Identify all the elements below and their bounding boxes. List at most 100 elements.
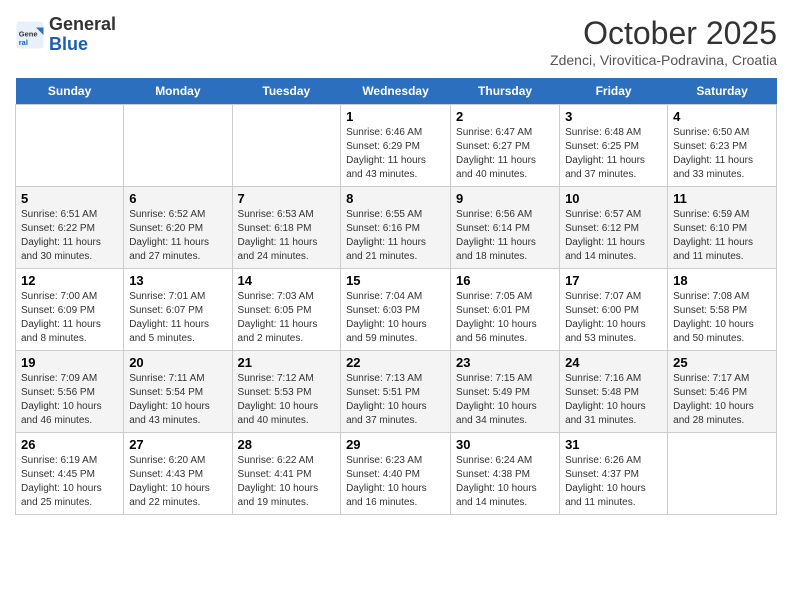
day-number: 25 xyxy=(673,355,771,370)
day-info: Sunrise: 7:15 AM Sunset: 5:49 PM Dayligh… xyxy=(456,372,554,428)
calendar-cell: 6Sunrise: 6:52 AM Sunset: 6:20 PM Daylig… xyxy=(124,187,232,269)
calendar-cell: 26 Sunrise: 6:19 AM Sunset: 4:45 PM Dayli… xyxy=(16,433,124,515)
calendar-cell: 11 Sunrise: 6:59 AM Sunset: 6:10 PM Dayli… xyxy=(668,187,777,269)
calendar-cell: 14 Sunrise: 7:03 AM Sunset: 6:05 PM Dayli… xyxy=(232,269,341,351)
day-number: 28 xyxy=(238,437,336,452)
day-header-wednesday: Wednesday xyxy=(341,78,451,105)
day-number: 18 xyxy=(673,273,771,288)
title-block: October 2025 Zdenci, Virovitica-Podravin… xyxy=(550,15,777,68)
day-info: Sunrise: 7:04 AM Sunset: 6:03 PM Dayligh… xyxy=(346,290,445,346)
day-info: Sunrise: 7:03 AM Sunset: 6:05 PM Dayligh… xyxy=(238,290,336,346)
day-info: Sunrise: 6:57 AM Sunset: 6:12 PM Dayligh… xyxy=(565,208,662,264)
day-info: Sunrise: 6:19 AM Sunset: 4:45 PM Dayligh… xyxy=(21,454,118,510)
week-row-1: 1 Sunrise: 6:46 AM Sunset: 6:29 PM Daylig… xyxy=(16,105,777,187)
calendar-cell: 1 Sunrise: 6:46 AM Sunset: 6:29 PM Daylig… xyxy=(341,105,451,187)
day-info: Sunrise: 6:24 AM Sunset: 4:38 PM Dayligh… xyxy=(456,454,554,510)
calendar-cell: 30Sunrise: 6:24 AM Sunset: 4:38 PM Dayli… xyxy=(451,433,560,515)
week-row-4: 19Sunrise: 7:09 AM Sunset: 5:56 PM Dayli… xyxy=(16,351,777,433)
day-header-sunday: Sunday xyxy=(16,78,124,105)
day-number: 2 xyxy=(456,109,554,124)
day-number: 11 xyxy=(673,191,771,206)
page-header: Gene ral General Blue October 2025 Zdenc… xyxy=(15,15,777,68)
day-number: 21 xyxy=(238,355,336,370)
calendar-cell: 31Sunrise: 6:26 AM Sunset: 4:37 PM Dayli… xyxy=(560,433,668,515)
day-number: 6 xyxy=(129,191,226,206)
calendar-cell: 2 Sunrise: 6:47 AM Sunset: 6:27 PM Daylig… xyxy=(451,105,560,187)
calendar-cell: 20 Sunrise: 7:11 AM Sunset: 5:54 PM Dayli… xyxy=(124,351,232,433)
day-info: Sunrise: 7:17 AM Sunset: 5:46 PM Dayligh… xyxy=(673,372,771,428)
calendar-cell: 8 Sunrise: 6:55 AM Sunset: 6:16 PM Daylig… xyxy=(341,187,451,269)
logo-icon: Gene ral xyxy=(15,20,45,50)
day-info: Sunrise: 6:55 AM Sunset: 6:16 PM Dayligh… xyxy=(346,208,445,264)
day-number: 14 xyxy=(238,273,336,288)
logo-blue: Blue xyxy=(49,34,88,54)
logo-general: General xyxy=(49,14,116,34)
day-number: 5 xyxy=(21,191,118,206)
day-number: 13 xyxy=(129,273,226,288)
day-header-saturday: Saturday xyxy=(668,78,777,105)
calendar-cell: 23 Sunrise: 7:15 AM Sunset: 5:49 PM Dayli… xyxy=(451,351,560,433)
calendar-cell xyxy=(232,105,341,187)
day-number: 3 xyxy=(565,109,662,124)
day-info: Sunrise: 7:12 AM Sunset: 5:53 PM Dayligh… xyxy=(238,372,336,428)
day-info: Sunrise: 6:59 AM Sunset: 6:10 PM Dayligh… xyxy=(673,208,771,264)
calendar-cell: 27Sunrise: 6:20 AM Sunset: 4:43 PM Dayli… xyxy=(124,433,232,515)
calendar-cell: 9 Sunrise: 6:56 AM Sunset: 6:14 PM Daylig… xyxy=(451,187,560,269)
week-row-3: 12Sunrise: 7:00 AM Sunset: 6:09 PM Dayli… xyxy=(16,269,777,351)
week-row-5: 26 Sunrise: 6:19 AM Sunset: 4:45 PM Dayli… xyxy=(16,433,777,515)
calendar-cell: 22Sunrise: 7:13 AM Sunset: 5:51 PM Dayli… xyxy=(341,351,451,433)
calendar-cell: 25 Sunrise: 7:17 AM Sunset: 5:46 PM Dayli… xyxy=(668,351,777,433)
calendar-cell xyxy=(16,105,124,187)
day-number: 9 xyxy=(456,191,554,206)
calendar-cell: 5Sunrise: 6:51 AM Sunset: 6:22 PM Daylig… xyxy=(16,187,124,269)
header-row: SundayMondayTuesdayWednesdayThursdayFrid… xyxy=(16,78,777,105)
calendar-cell: 10 Sunrise: 6:57 AM Sunset: 6:12 PM Dayli… xyxy=(560,187,668,269)
day-number: 4 xyxy=(673,109,771,124)
day-info: Sunrise: 7:05 AM Sunset: 6:01 PM Dayligh… xyxy=(456,290,554,346)
day-header-friday: Friday xyxy=(560,78,668,105)
logo: Gene ral General Blue xyxy=(15,15,116,55)
calendar-cell xyxy=(668,433,777,515)
day-info: Sunrise: 7:00 AM Sunset: 6:09 PM Dayligh… xyxy=(21,290,118,346)
calendar-cell: 18Sunrise: 7:08 AM Sunset: 5:58 PM Dayli… xyxy=(668,269,777,351)
day-number: 20 xyxy=(129,355,226,370)
day-info: Sunrise: 6:47 AM Sunset: 6:27 PM Dayligh… xyxy=(456,126,554,182)
day-info: Sunrise: 7:11 AM Sunset: 5:54 PM Dayligh… xyxy=(129,372,226,428)
day-number: 29 xyxy=(346,437,445,452)
calendar-cell: 19Sunrise: 7:09 AM Sunset: 5:56 PM Dayli… xyxy=(16,351,124,433)
day-number: 8 xyxy=(346,191,445,206)
day-number: 17 xyxy=(565,273,662,288)
day-number: 1 xyxy=(346,109,445,124)
day-number: 10 xyxy=(565,191,662,206)
day-info: Sunrise: 7:07 AM Sunset: 6:00 PM Dayligh… xyxy=(565,290,662,346)
day-number: 7 xyxy=(238,191,336,206)
day-header-thursday: Thursday xyxy=(451,78,560,105)
day-number: 26 xyxy=(21,437,118,452)
day-info: Sunrise: 6:53 AM Sunset: 6:18 PM Dayligh… xyxy=(238,208,336,264)
day-number: 22 xyxy=(346,355,445,370)
calendar-cell: 21 Sunrise: 7:12 AM Sunset: 5:53 PM Dayli… xyxy=(232,351,341,433)
day-info: Sunrise: 7:01 AM Sunset: 6:07 PM Dayligh… xyxy=(129,290,226,346)
day-info: Sunrise: 6:46 AM Sunset: 6:29 PM Dayligh… xyxy=(346,126,445,182)
calendar-cell: 29Sunrise: 6:23 AM Sunset: 4:40 PM Dayli… xyxy=(341,433,451,515)
calendar-cell: 28Sunrise: 6:22 AM Sunset: 4:41 PM Dayli… xyxy=(232,433,341,515)
calendar-cell: 15 Sunrise: 7:04 AM Sunset: 6:03 PM Dayli… xyxy=(341,269,451,351)
day-number: 24 xyxy=(565,355,662,370)
calendar-cell: 3Sunrise: 6:48 AM Sunset: 6:25 PM Daylig… xyxy=(560,105,668,187)
calendar-cell xyxy=(124,105,232,187)
day-info: Sunrise: 7:09 AM Sunset: 5:56 PM Dayligh… xyxy=(21,372,118,428)
day-info: Sunrise: 6:20 AM Sunset: 4:43 PM Dayligh… xyxy=(129,454,226,510)
day-info: Sunrise: 6:26 AM Sunset: 4:37 PM Dayligh… xyxy=(565,454,662,510)
logo-text: General Blue xyxy=(49,15,116,55)
day-header-tuesday: Tuesday xyxy=(232,78,341,105)
week-row-2: 5Sunrise: 6:51 AM Sunset: 6:22 PM Daylig… xyxy=(16,187,777,269)
calendar-cell: 12Sunrise: 7:00 AM Sunset: 6:09 PM Dayli… xyxy=(16,269,124,351)
calendar-cell: 7 Sunrise: 6:53 AM Sunset: 6:18 PM Daylig… xyxy=(232,187,341,269)
calendar-cell: 16Sunrise: 7:05 AM Sunset: 6:01 PM Dayli… xyxy=(451,269,560,351)
day-info: Sunrise: 6:56 AM Sunset: 6:14 PM Dayligh… xyxy=(456,208,554,264)
day-header-monday: Monday xyxy=(124,78,232,105)
svg-text:ral: ral xyxy=(19,38,28,47)
day-number: 23 xyxy=(456,355,554,370)
calendar-cell: 13 Sunrise: 7:01 AM Sunset: 6:07 PM Dayli… xyxy=(124,269,232,351)
day-number: 15 xyxy=(346,273,445,288)
